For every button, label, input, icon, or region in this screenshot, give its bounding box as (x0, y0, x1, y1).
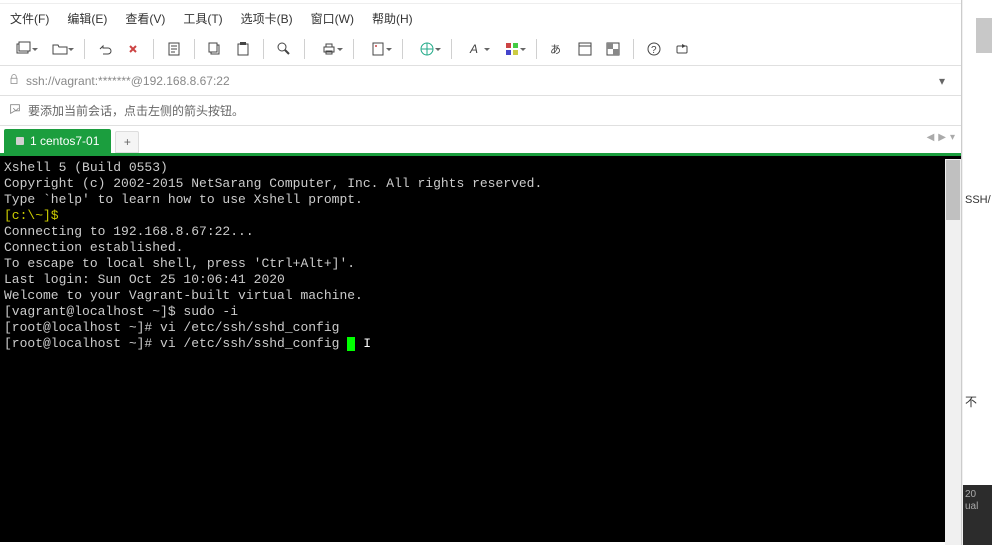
lock-icon (8, 73, 20, 88)
add-session-button[interactable] (8, 102, 22, 119)
properties-button[interactable] (162, 37, 186, 61)
menu-help[interactable]: 帮助(H) (372, 10, 413, 27)
log-button[interactable] (362, 37, 394, 61)
help-button[interactable]: ? (642, 37, 666, 61)
address-text[interactable]: ssh://vagrant:*******@192.168.8.67:22 (26, 74, 933, 88)
xftp-button[interactable] (411, 37, 443, 61)
open-button[interactable] (44, 37, 76, 61)
address-dropdown[interactable]: ▾ (939, 74, 953, 88)
terminal-scrollbar[interactable] (945, 159, 961, 545)
scrollbar-thumb[interactable] (946, 160, 960, 220)
disconnect-button[interactable] (121, 37, 145, 61)
menu-tabs[interactable]: 选项卡(B) (241, 10, 293, 27)
tab-label: 1 centos7-01 (30, 134, 99, 148)
side-scrollbar[interactable] (976, 18, 992, 53)
add-tab-button[interactable]: + (115, 131, 139, 153)
menu-tools[interactable]: 工具(T) (183, 10, 222, 27)
info-text: 要添加当前会话，点击左侧的箭头按钮。 (28, 102, 244, 119)
tab-bar: 1 centos7-01 + ◀ ▶ ▾ (0, 126, 961, 156)
side-dark-panel: 20 ual (963, 485, 992, 545)
font-button[interactable]: A (460, 37, 492, 61)
tab-menu[interactable]: ▾ (950, 132, 955, 143)
tab-active[interactable]: 1 centos7-01 (4, 129, 111, 153)
menu-view[interactable]: 查看(V) (125, 10, 165, 27)
svg-text:?: ? (651, 45, 657, 56)
terminal[interactable]: Xshell 5 (Build 0553)Copyright (c) 2002-… (0, 156, 961, 542)
svg-text:あ: あ (550, 43, 561, 56)
side-text: 不 (965, 393, 977, 410)
transparent-button[interactable] (601, 37, 625, 61)
find-button[interactable] (272, 37, 296, 61)
fullscreen-button[interactable] (573, 37, 597, 61)
side-panel: SSH/ 不 20 ual (963, 0, 992, 545)
toolbar: A あ ? (0, 32, 961, 66)
paste-button[interactable] (231, 37, 255, 61)
menu-file[interactable]: 文件(F) (10, 10, 49, 27)
svg-text:A: A (469, 42, 478, 56)
side-text: SSH/ (965, 194, 991, 206)
tab-status-icon (16, 137, 24, 145)
color-button[interactable] (496, 37, 528, 61)
menu-edit[interactable]: 编辑(E) (67, 10, 107, 27)
encoding-button[interactable]: あ (545, 37, 569, 61)
menu-bar: 文件(F) 编辑(E) 查看(V) 工具(T) 选项卡(B) 窗口(W) 帮助(… (0, 4, 961, 32)
reconnect-button[interactable] (93, 37, 117, 61)
new-session-button[interactable] (8, 37, 40, 61)
tab-next[interactable]: ▶ (938, 132, 946, 143)
tab-prev[interactable]: ◀ (927, 132, 935, 143)
copy-button[interactable] (203, 37, 227, 61)
menu-window[interactable]: 窗口(W) (311, 10, 354, 27)
address-bar: ssh://vagrant:*******@192.168.8.67:22 ▾ (0, 66, 961, 96)
print-button[interactable] (313, 37, 345, 61)
info-bar: 要添加当前会话，点击左侧的箭头按钮。 (0, 96, 961, 126)
about-button[interactable] (670, 37, 694, 61)
